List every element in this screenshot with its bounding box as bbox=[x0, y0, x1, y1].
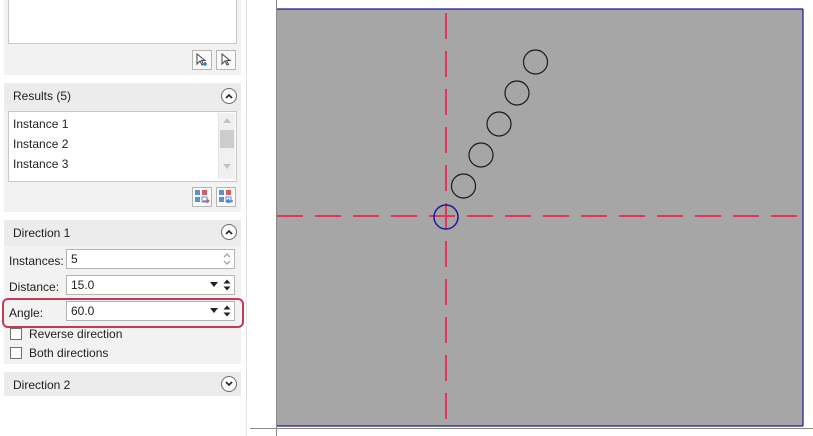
spinner-icon[interactable] bbox=[222, 277, 232, 293]
list-item[interactable]: Instance 3 bbox=[13, 155, 68, 173]
distance-label: Distance: bbox=[9, 280, 60, 294]
scroll-down-icon[interactable] bbox=[223, 164, 231, 169]
direction2-title: Direction 2 bbox=[13, 378, 71, 392]
instances-label: Instances: bbox=[9, 254, 64, 268]
direction1-header[interactable]: Direction 1 bbox=[4, 220, 241, 246]
reverse-direction-label[interactable]: Reverse direction bbox=[29, 327, 122, 341]
both-directions-checkbox[interactable] bbox=[10, 347, 22, 359]
scroll-up-icon[interactable] bbox=[223, 118, 231, 123]
direction1-title: Direction 1 bbox=[13, 226, 71, 240]
export-results-button[interactable] bbox=[192, 187, 212, 207]
selection-list[interactable] bbox=[8, 0, 237, 44]
direction2-body bbox=[4, 396, 241, 436]
angle-highlight bbox=[2, 298, 244, 328]
results-collapse-button[interactable] bbox=[221, 88, 237, 104]
direction1-collapse-button[interactable] bbox=[221, 224, 237, 240]
distance-field[interactable]: 15.0 bbox=[66, 275, 235, 295]
cursor-add-icon bbox=[196, 53, 207, 66]
property-panel: Results (5) Instance 1 Instance 2 Instan… bbox=[0, 0, 246, 436]
chevron-up-icon bbox=[225, 93, 233, 99]
direction2-header[interactable]: Direction 2 bbox=[4, 372, 241, 396]
scroll-thumb[interactable] bbox=[220, 130, 234, 148]
grid-export-icon bbox=[195, 190, 210, 204]
list-item[interactable]: Instance 2 bbox=[13, 135, 68, 153]
direction2-expand-button[interactable] bbox=[221, 376, 237, 392]
chevron-up-icon bbox=[225, 229, 233, 235]
list-item[interactable]: Instance 1 bbox=[13, 115, 68, 133]
results-body: Instance 1 Instance 2 Instance 3 bbox=[4, 111, 241, 212]
dropdown-arrow-icon[interactable] bbox=[210, 282, 218, 287]
reverse-direction-checkbox[interactable] bbox=[10, 328, 22, 340]
import-results-button[interactable] bbox=[216, 187, 236, 207]
select-cursor-button[interactable] bbox=[216, 50, 236, 70]
spinner-icon[interactable] bbox=[222, 251, 232, 267]
sketch-canvas bbox=[277, 9, 803, 426]
distance-value: 15.0 bbox=[71, 278, 95, 292]
instances-value: 5 bbox=[71, 252, 78, 266]
results-title: Results (5) bbox=[13, 89, 72, 103]
results-header[interactable]: Results (5) bbox=[4, 83, 241, 111]
grid-import-icon bbox=[219, 190, 233, 204]
both-directions-label[interactable]: Both directions bbox=[29, 346, 108, 360]
add-selection-button[interactable] bbox=[192, 50, 212, 70]
results-scrollbar[interactable] bbox=[218, 113, 235, 179]
results-list[interactable]: Instance 1 Instance 2 Instance 3 bbox=[8, 111, 237, 182]
instances-field[interactable]: 5 bbox=[66, 249, 235, 269]
graphics-viewport[interactable] bbox=[247, 0, 813, 436]
chevron-down-icon bbox=[225, 381, 233, 387]
selection-panel bbox=[4, 0, 241, 75]
cursor-icon bbox=[221, 53, 232, 66]
